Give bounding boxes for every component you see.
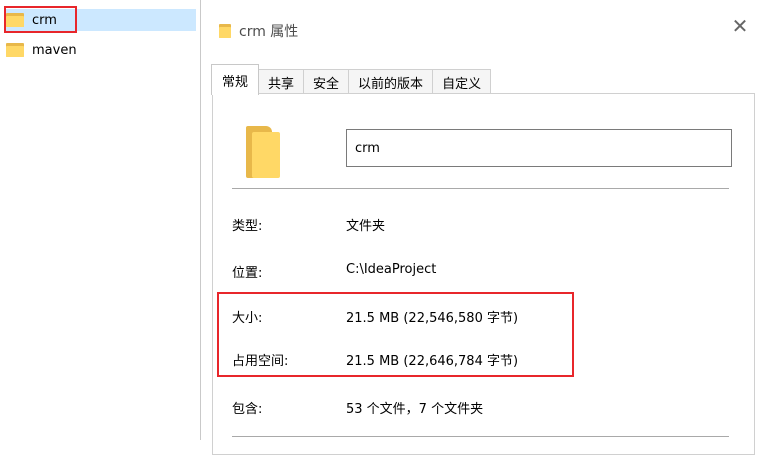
folder-icon [6,43,24,57]
properties-dialog: crm 属性 ✕ 常规 共享 安全 以前的版本 自定义 类型: 文件夹 位置: … [200,0,761,455]
close-button[interactable]: ✕ [728,14,752,38]
file-name: maven [32,42,77,58]
tab-general[interactable]: 常规 [211,64,260,95]
file-list-item-maven[interactable]: maven [6,39,77,61]
type-label: 类型: [232,219,263,234]
tab-sharing[interactable]: 共享 [258,69,305,95]
general-tab-panel: 类型: 文件夹 位置: C:\IdeaProject 大小: 21.5 MB (… [212,93,755,455]
folder-name-input[interactable] [346,129,732,167]
location-value: C:\IdeaProject [346,262,437,277]
folder-large-icon [246,126,280,178]
size-highlight-box [217,292,574,377]
location-label: 位置: [232,266,263,281]
divider [232,436,729,437]
tab-bar: 常规 共享 安全 以前的版本 自定义 [211,64,492,95]
tab-previous-versions[interactable]: 以前的版本 [348,69,434,95]
explorer-file-list: crm maven [0,0,200,440]
type-value: 文件夹 [346,219,386,234]
dialog-title: crm 属性 [239,24,299,40]
contains-label: 包含: [232,402,263,417]
divider [232,188,729,189]
tab-security[interactable]: 安全 [303,69,350,95]
selection-highlight-box [4,6,77,33]
contains-value: 53 个文件，7 个文件夹 [346,402,484,417]
folder-icon [219,24,231,38]
dialog-titlebar[interactable]: crm 属性 ✕ [201,0,761,58]
close-icon: ✕ [731,14,749,38]
tab-customize[interactable]: 自定义 [432,69,492,95]
